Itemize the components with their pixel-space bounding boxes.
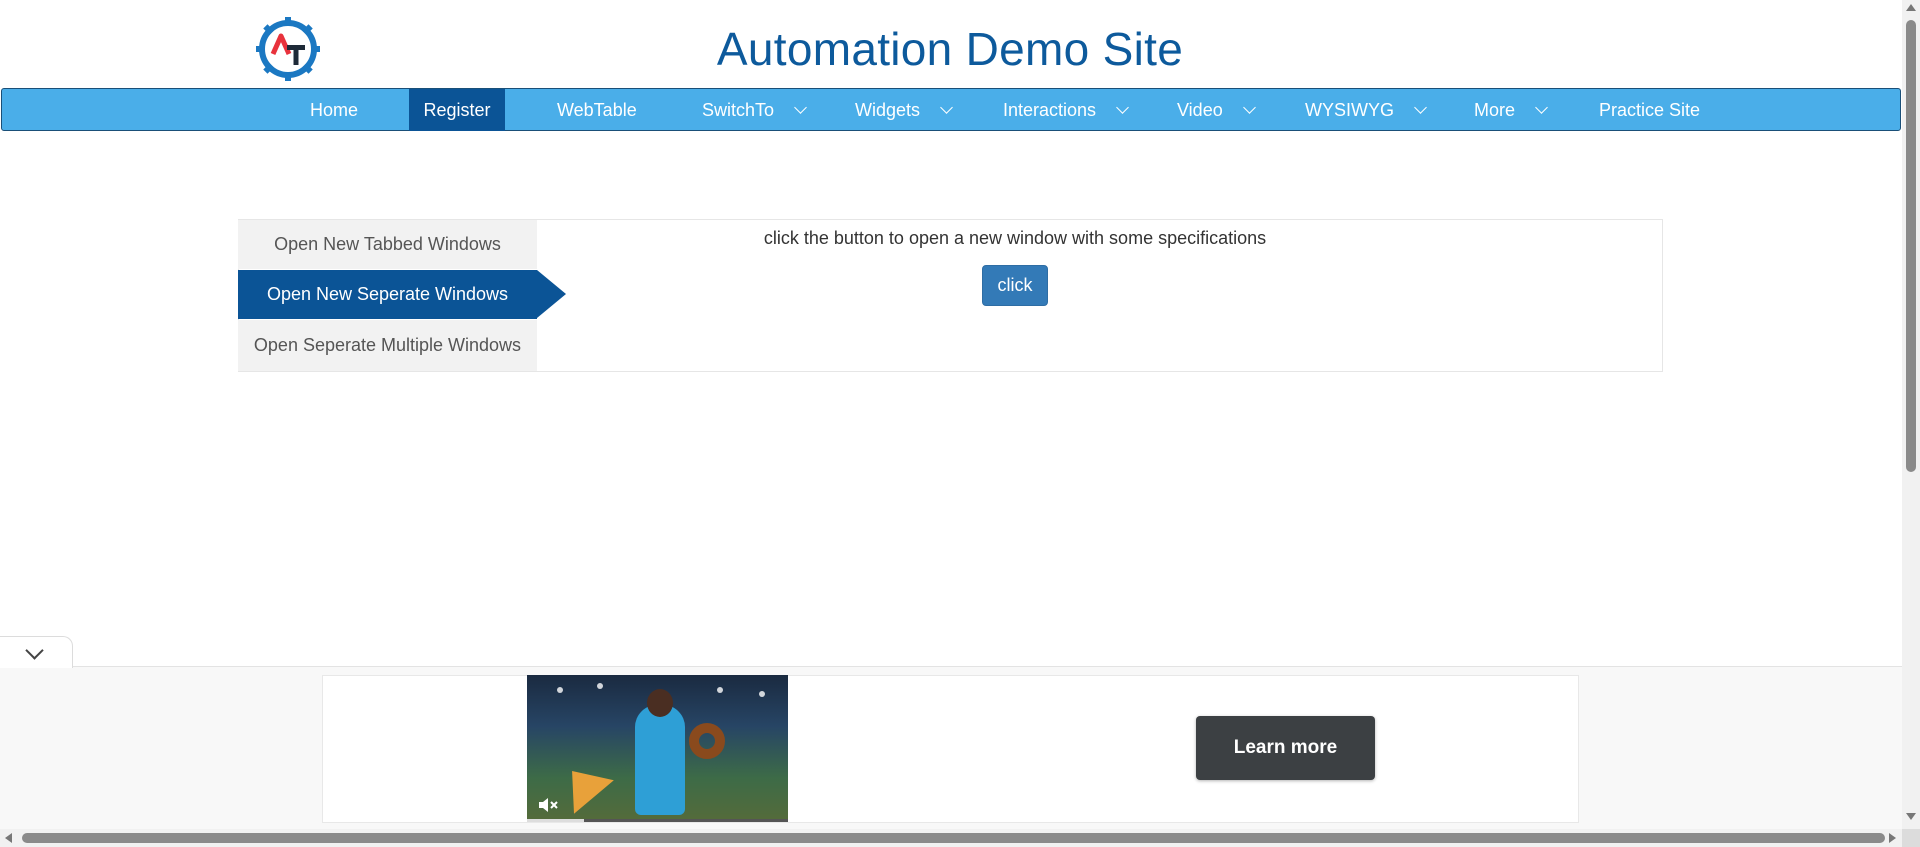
chevron-down-icon [25, 641, 44, 660]
vertical-scroll-thumb[interactable] [1906, 20, 1916, 472]
chevron-down-icon [1414, 101, 1427, 114]
horizontal-scroll-thumb[interactable] [22, 833, 1885, 843]
chevron-down-icon [794, 101, 807, 114]
nav-practice-site-label: Practice Site [1599, 100, 1701, 120]
nav-wysiwyg-label: WYSIWYG [1305, 100, 1394, 120]
nav-wysiwyg[interactable]: WYSIWYG [1305, 89, 1427, 131]
player-image [635, 705, 685, 815]
windows-tab-list: Open New Tabbed Windows Open New Seperat… [238, 220, 566, 372]
player-head-image [647, 689, 673, 717]
tab-open-new-seperate-windows[interactable]: Open New Seperate Windows [238, 270, 566, 319]
nav-interactions-label: Interactions [1003, 100, 1097, 120]
nav-interactions[interactable]: Interactions [1003, 89, 1133, 131]
chevron-down-icon [940, 101, 953, 114]
nav-practice-site[interactable]: Practice Site [1599, 89, 1709, 131]
horizontal-scrollbar[interactable] [0, 829, 1920, 847]
nav-switchto[interactable]: SwitchTo [702, 89, 812, 131]
nav-home[interactable]: Home [310, 89, 380, 131]
nav-video[interactable]: Video [1177, 89, 1267, 131]
tab-label: Open New Seperate Windows [266, 284, 509, 304]
main-navbar: Home Register WebTable SwitchTo Widgets … [1, 88, 1901, 131]
open-window-button[interactable]: click [982, 265, 1048, 306]
ad-collapse-toggle[interactable] [0, 636, 73, 668]
chevron-down-icon [1242, 101, 1256, 114]
nav-home-label: Home [310, 100, 359, 120]
scroll-down-arrow-icon[interactable] [1906, 813, 1916, 820]
scrollbar-corner [1902, 829, 1920, 847]
nav-more[interactable]: More [1474, 89, 1564, 131]
vertical-scrollbar[interactable] [1902, 0, 1920, 829]
nav-switchto-label: SwitchTo [702, 100, 775, 120]
nav-webtable[interactable]: WebTable [557, 89, 647, 131]
learn-more-button[interactable]: Learn more [1196, 716, 1375, 780]
nav-webtable-label: WebTable [557, 100, 637, 120]
nav-widgets[interactable]: Widgets [855, 89, 965, 131]
video-progress-track[interactable] [527, 819, 788, 822]
instruction-text: click the button to open a new window wi… [763, 228, 1267, 248]
muted-speaker-icon[interactable] [537, 795, 559, 815]
scroll-right-arrow-icon[interactable] [1889, 833, 1896, 843]
nav-video-label: Video [1177, 100, 1223, 120]
nav-register-label: Register [423, 100, 491, 120]
donut-image [689, 723, 725, 759]
chevron-down-icon [1535, 101, 1548, 114]
tab-label: Open New Tabbed Windows [274, 234, 501, 254]
site-title: Automation Demo Site [716, 23, 1184, 75]
tab-open-new-tabbed-windows[interactable]: Open New Tabbed Windows [238, 220, 537, 269]
scroll-left-arrow-icon[interactable] [5, 833, 12, 843]
scroll-up-arrow-icon[interactable] [1906, 4, 1916, 11]
nav-more-label: More [1474, 100, 1516, 120]
ad-video[interactable] [527, 675, 788, 822]
nav-register[interactable]: Register [409, 89, 505, 131]
pizza-image [552, 754, 614, 814]
nav-widgets-label: Widgets [855, 100, 921, 120]
chevron-down-icon [1116, 101, 1129, 114]
tab-open-seperate-multiple-windows[interactable]: Open Seperate Multiple Windows [238, 320, 537, 371]
tab-label: Open Seperate Multiple Windows [253, 335, 522, 355]
ad-banner[interactable] [322, 675, 1579, 823]
video-progress-fill [527, 819, 585, 822]
